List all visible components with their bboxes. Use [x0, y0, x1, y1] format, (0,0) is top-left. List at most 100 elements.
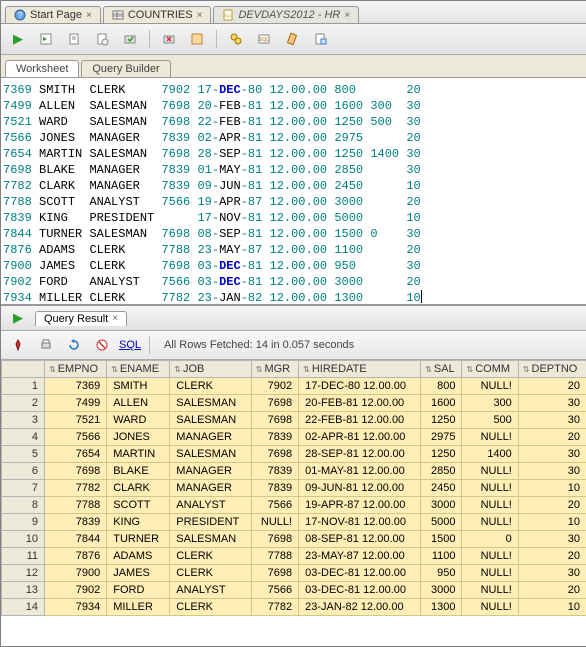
cell-hiredate[interactable]: 20-FEB-81 12.00.00	[299, 395, 421, 412]
editor-line[interactable]: 7521 WARD SALESMAN 7698 22-FEB-81 12.00.…	[3, 114, 585, 130]
row-number[interactable]: 3	[2, 412, 45, 429]
row-number[interactable]: 5	[2, 446, 45, 463]
cell-ename[interactable]: SCOTT	[107, 497, 170, 514]
editor-line[interactable]: 7369 SMITH CLERK 7902 17-DEC-80 12.00.00…	[3, 82, 585, 98]
row-number[interactable]: 10	[2, 531, 45, 548]
cell-mgr[interactable]: 7698	[251, 565, 298, 582]
table-row[interactable]: 47566JONESMANAGER783902-APR-81 12.00.002…	[2, 429, 586, 446]
cell-job[interactable]: MANAGER	[170, 463, 251, 480]
column-header-hiredate[interactable]: ⇅HIREDATE	[299, 361, 421, 378]
cell-hiredate[interactable]: 22-FEB-81 12.00.00	[299, 412, 421, 429]
editor-line[interactable]: 7566 JONES MANAGER 7839 02-APR-81 12.00.…	[3, 130, 585, 146]
cell-ename[interactable]: TURNER	[107, 531, 170, 548]
tab-devdays[interactable]: SQL DEVDAYS2012 - HR ×	[213, 6, 359, 23]
cell-comm[interactable]: NULL!	[462, 514, 518, 531]
table-row[interactable]: 147934MILLERCLERK778223-JAN-82 12.00.001…	[2, 599, 586, 616]
cell-sal[interactable]: 3000	[421, 582, 462, 599]
row-number[interactable]: 4	[2, 429, 45, 446]
cell-comm[interactable]: NULL!	[462, 548, 518, 565]
cell-sal[interactable]: 1250	[421, 412, 462, 429]
format-button[interactable]	[309, 28, 331, 50]
column-header-deptno[interactable]: ⇅DEPTNO	[518, 361, 586, 378]
cell-deptno[interactable]: 20	[518, 497, 586, 514]
table-row[interactable]: 67698BLAKEMANAGER783901-MAY-81 12.00.002…	[2, 463, 586, 480]
editor-line[interactable]: 7499 ALLEN SALESMAN 7698 20-FEB-81 12.00…	[3, 98, 585, 114]
cell-comm[interactable]: NULL!	[462, 599, 518, 616]
cell-empno[interactable]: 7839	[45, 514, 107, 531]
tab-countries[interactable]: COUNTRIES ×	[103, 6, 212, 23]
sql-history-button[interactable]: SQL	[253, 28, 275, 50]
cell-job[interactable]: CLERK	[170, 548, 251, 565]
cell-deptno[interactable]: 30	[518, 395, 586, 412]
cell-hiredate[interactable]: 09-JUN-81 12.00.00	[299, 480, 421, 497]
tab-worksheet[interactable]: Worksheet	[5, 60, 79, 77]
cell-comm[interactable]: 500	[462, 412, 518, 429]
cell-sal[interactable]: 1500	[421, 531, 462, 548]
table-row[interactable]: 77782CLARKMANAGER783909-JUN-81 12.00.002…	[2, 480, 586, 497]
close-icon[interactable]: ×	[86, 10, 92, 21]
cell-ename[interactable]: ADAMS	[107, 548, 170, 565]
refresh-button[interactable]	[63, 334, 85, 356]
editor-line[interactable]: 7876 ADAMS CLERK 7788 23-MAY-87 12.00.00…	[3, 242, 585, 258]
cell-empno[interactable]: 7934	[45, 599, 107, 616]
cell-sal[interactable]: 1250	[421, 446, 462, 463]
cell-ename[interactable]: JONES	[107, 429, 170, 446]
editor-line[interactable]: 7839 KING PRESIDENT 17-NOV-81 12.00.00 5…	[3, 210, 585, 226]
cell-mgr[interactable]: 7698	[251, 446, 298, 463]
cell-comm[interactable]: 0	[462, 531, 518, 548]
column-header-sal[interactable]: ⇅SAL	[421, 361, 462, 378]
cell-hiredate[interactable]: 02-APR-81 12.00.00	[299, 429, 421, 446]
cell-comm[interactable]: NULL!	[462, 582, 518, 599]
cell-ename[interactable]: ALLEN	[107, 395, 170, 412]
table-row[interactable]: 37521WARDSALESMAN769822-FEB-81 12.00.001…	[2, 412, 586, 429]
table-row[interactable]: 137902FORDANALYST756603-DEC-81 12.00.003…	[2, 582, 586, 599]
tab-query-builder[interactable]: Query Builder	[81, 60, 170, 77]
cell-empno[interactable]: 7844	[45, 531, 107, 548]
table-row[interactable]: 117876ADAMSCLERK778823-MAY-87 12.00.0011…	[2, 548, 586, 565]
cell-empno[interactable]: 7698	[45, 463, 107, 480]
editor-line[interactable]: 7788 SCOTT ANALYST 7566 19-APR-87 12.00.…	[3, 194, 585, 210]
close-icon[interactable]: ×	[197, 10, 203, 21]
cell-sal[interactable]: 800	[421, 378, 462, 395]
cell-deptno[interactable]: 30	[518, 531, 586, 548]
cell-empno[interactable]: 7654	[45, 446, 107, 463]
cell-comm[interactable]: NULL!	[462, 463, 518, 480]
cell-sal[interactable]: 2850	[421, 463, 462, 480]
cell-ename[interactable]: CLARK	[107, 480, 170, 497]
cell-empno[interactable]: 7902	[45, 582, 107, 599]
row-number[interactable]: 6	[2, 463, 45, 480]
cell-empno[interactable]: 7521	[45, 412, 107, 429]
cell-hiredate[interactable]: 01-MAY-81 12.00.00	[299, 463, 421, 480]
cell-job[interactable]: SALESMAN	[170, 531, 251, 548]
cell-empno[interactable]: 7788	[45, 497, 107, 514]
cell-job[interactable]: SALESMAN	[170, 412, 251, 429]
cell-comm[interactable]: NULL!	[462, 480, 518, 497]
editor-line[interactable]: 7902 FORD ANALYST 7566 03-DEC-81 12.00.0…	[3, 274, 585, 290]
cell-mgr[interactable]: NULL!	[251, 514, 298, 531]
column-header-comm[interactable]: ⇅COMM	[462, 361, 518, 378]
cell-hiredate[interactable]: 19-APR-87 12.00.00	[299, 497, 421, 514]
cell-ename[interactable]: FORD	[107, 582, 170, 599]
row-number-header[interactable]	[2, 361, 45, 378]
cell-hiredate[interactable]: 03-DEC-81 12.00.00	[299, 565, 421, 582]
table-row[interactable]: 97839KINGPRESIDENTNULL!17-NOV-81 12.00.0…	[2, 514, 586, 531]
commit-button[interactable]	[119, 28, 141, 50]
cell-empno[interactable]: 7900	[45, 565, 107, 582]
cell-ename[interactable]: WARD	[107, 412, 170, 429]
print-button[interactable]	[35, 334, 57, 356]
cell-deptno[interactable]: 10	[518, 599, 586, 616]
rollback-button[interactable]	[158, 28, 180, 50]
table-row[interactable]: 17369SMITHCLERK790217-DEC-80 12.00.00800…	[2, 378, 586, 395]
row-number[interactable]: 8	[2, 497, 45, 514]
cell-deptno[interactable]: 30	[518, 412, 586, 429]
play-icon[interactable]: ▶	[7, 307, 29, 329]
cell-comm[interactable]: NULL!	[462, 565, 518, 582]
cell-empno[interactable]: 7566	[45, 429, 107, 446]
row-number[interactable]: 7	[2, 480, 45, 497]
clear-button[interactable]	[281, 28, 303, 50]
cell-job[interactable]: SALESMAN	[170, 446, 251, 463]
cell-sal[interactable]: 2975	[421, 429, 462, 446]
cell-ename[interactable]: MILLER	[107, 599, 170, 616]
cell-job[interactable]: ANALYST	[170, 582, 251, 599]
cell-deptno[interactable]: 30	[518, 565, 586, 582]
